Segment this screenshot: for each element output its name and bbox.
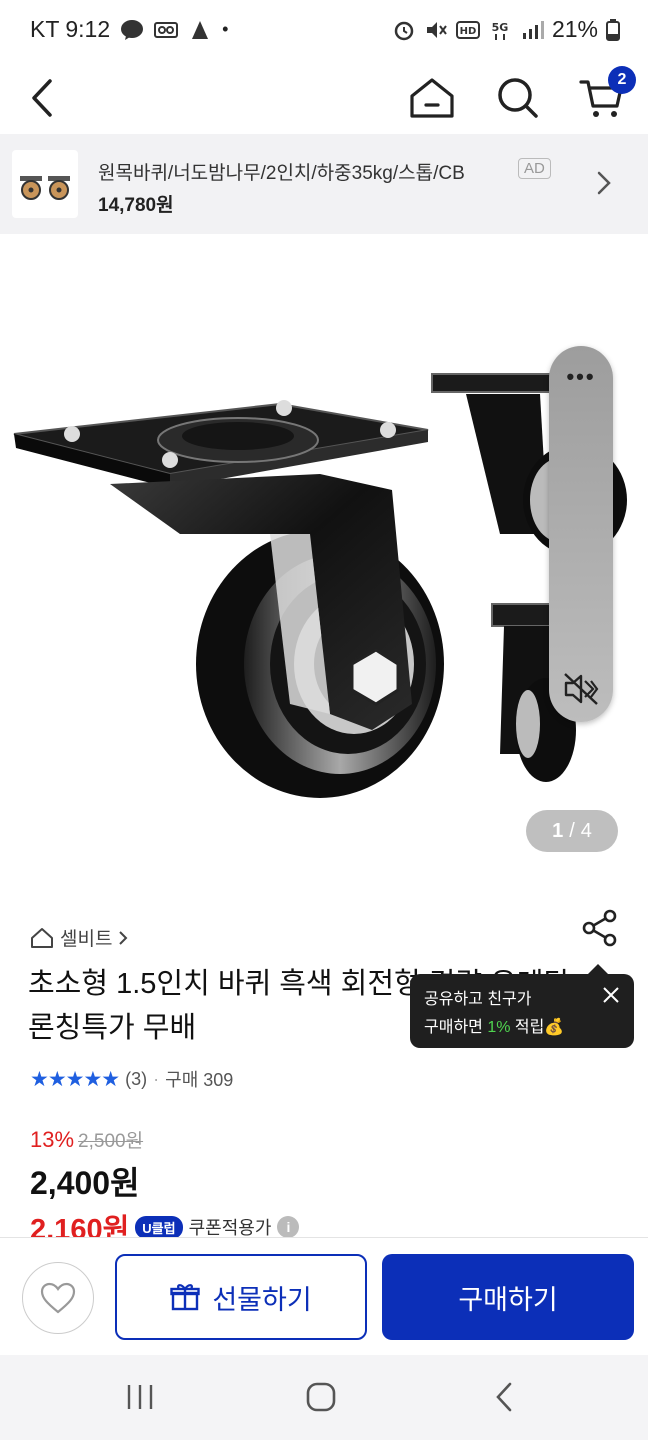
home-button[interactable] (402, 68, 462, 128)
image-page-indicator: 1 / 4 (526, 810, 618, 852)
tooltip-line-1: 공유하고 친구가 (424, 991, 532, 1008)
chevron-right-icon (119, 930, 128, 945)
back-nav-icon (496, 1382, 512, 1412)
rating-summary[interactable]: ★★★★★ (3) · 구매 309 (30, 1066, 233, 1092)
carrier-time: KT 9:12 (30, 16, 111, 42)
total-image-count: 4 (580, 819, 592, 842)
tooltip-line-2-suffix: 적립 (510, 1019, 545, 1036)
battery-percent: 21% (551, 16, 598, 42)
alarm-icon (394, 21, 414, 40)
discount-row: 13% 2,500원 (30, 1126, 143, 1153)
ad-thumbnail (12, 150, 78, 218)
image-index-separator: / (569, 819, 575, 842)
share-reward-tooltip: 공유하고 친구가 구매하면 1% 적립💰 (410, 964, 634, 1048)
tooltip-line-2: 구매하면 1% 적립💰 (424, 1014, 620, 1042)
purchase-count: 구매 309 (165, 1070, 234, 1090)
signal-icon (522, 20, 544, 39)
share-button[interactable] (580, 908, 620, 948)
voicemail-icon (154, 21, 179, 38)
gift-button-label: 선물하기 (212, 1284, 312, 1315)
store-link[interactable]: 셀비트 (30, 924, 128, 951)
ad-banner[interactable]: 원목바퀴/너도밤나무/2인치/하중35kg/스톱/CB AD 14,780원 (0, 134, 648, 234)
buy-button-label: 구매하기 (458, 1284, 558, 1315)
tooltip-line-2-prefix: 구매하면 (424, 1019, 488, 1036)
5g-icon: 5G (492, 21, 509, 40)
more-options-button[interactable]: ••• (549, 364, 613, 390)
svg-text:5G: 5G (492, 21, 509, 34)
recent-apps-icon (127, 1385, 153, 1409)
battery-icon (606, 18, 620, 41)
back-nav-button[interactable] (474, 1375, 534, 1419)
svg-text:HD: HD (460, 26, 477, 37)
info-icon[interactable]: i (277, 1216, 300, 1238)
more-notifications-dot: • (222, 19, 229, 39)
current-image-index: 1 (552, 819, 564, 842)
sound-muted-icon[interactable] (563, 672, 599, 706)
buy-button[interactable]: 구매하기 (382, 1254, 634, 1340)
close-icon[interactable] (602, 986, 620, 1004)
sale-price: 2,400원 (30, 1165, 140, 1201)
heart-icon (40, 1282, 76, 1314)
top-navigation: 2 (0, 62, 648, 134)
rating-stars-icon: ★★★★★ (30, 1067, 120, 1091)
discount-rate: 13% (30, 1127, 75, 1152)
cart-button[interactable]: 2 (572, 66, 636, 128)
ad-title: 원목바퀴/너도밤나무/2인치/하중35kg/스톱/CB (98, 163, 465, 184)
home-circle-icon (306, 1382, 336, 1412)
product-info-section: 셀비트 초소형 1.5인치 바퀴 흑색 회전형 경량 우레탄 론칭특가 무배 공… (0, 882, 648, 1246)
back-arrow-icon (32, 79, 52, 117)
store-home-icon (31, 927, 53, 948)
share-icon (582, 909, 617, 947)
home-icon (410, 78, 454, 118)
original-price: 2,500원 (78, 1131, 144, 1152)
chevron-right-icon (597, 171, 611, 195)
store-name: 셀비트 (60, 929, 113, 950)
wishlist-button[interactable] (22, 1262, 94, 1334)
mute-icon (426, 21, 447, 38)
dot-separator: · (153, 1068, 160, 1089)
hd-icon: HD (455, 20, 480, 39)
review-count: (3) (125, 1068, 148, 1089)
app-notification-icon (192, 20, 209, 39)
back-button[interactable] (12, 68, 72, 128)
gift-icon (170, 1284, 201, 1311)
search-button[interactable] (488, 68, 548, 128)
search-icon (498, 78, 538, 118)
purchase-action-bar: 선물하기 구매하기 (0, 1237, 648, 1355)
money-bag-icon: 💰 (544, 1019, 565, 1036)
floating-edge-panel[interactable]: ••• (549, 346, 613, 722)
kakaotalk-icon (121, 19, 144, 40)
reward-percent: 1% (487, 1019, 511, 1036)
cart-count-badge: 2 (608, 66, 636, 94)
wheel-thumbnail-image (20, 176, 70, 200)
uclub-badge: U클럽 (135, 1215, 183, 1239)
status-bar: KT 9:12 • HD 5G 21% (0, 0, 648, 62)
home-nav-button[interactable] (291, 1375, 351, 1419)
system-navigation-bar (0, 1355, 648, 1440)
ad-tag: AD (518, 158, 551, 179)
recent-apps-button[interactable] (110, 1375, 170, 1419)
ad-price: 14,780원 (98, 195, 174, 216)
gift-button[interactable]: 선물하기 (115, 1254, 367, 1340)
